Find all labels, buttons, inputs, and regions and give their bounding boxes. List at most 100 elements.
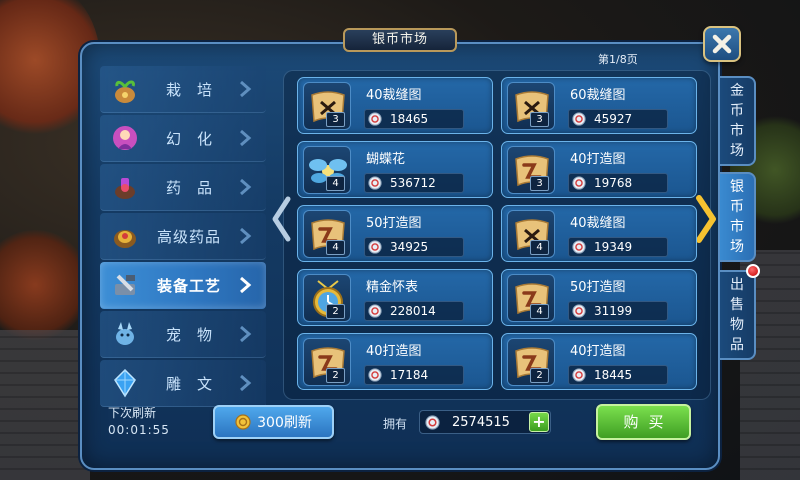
market-item-card[interactable]: 2 40打造图 17184: [297, 333, 493, 390]
item-name: 40打造图: [366, 344, 422, 359]
crafting-tools-icon: [115, 274, 135, 295]
tab-gold-market[interactable]: 金币市场: [720, 76, 756, 166]
tab-label: 金币市场: [730, 83, 744, 159]
item-quantity: 4: [326, 176, 345, 191]
chevron-left-icon: [272, 196, 291, 242]
tab-label: 银币市场: [730, 179, 744, 255]
silver-coin-icon: [572, 240, 586, 254]
item-price-value: 17184: [390, 368, 429, 382]
item-quantity: 4: [326, 240, 345, 255]
refresh-button[interactable]: 300刷新: [213, 405, 334, 439]
close-button[interactable]: [703, 26, 741, 62]
item-price-value: 536712: [390, 176, 436, 190]
silver-coin-icon: [572, 112, 586, 126]
item-quantity: 3: [530, 176, 549, 191]
item-quantity: 2: [326, 368, 345, 383]
menu-item-pets[interactable]: 宠物: [100, 311, 266, 358]
item-name: 50打造图: [366, 216, 422, 231]
menu-item-label: 雕文: [165, 374, 228, 393]
item-price: 18445: [568, 365, 668, 385]
pet-icon: [116, 322, 134, 345]
owned-label: 拥有: [383, 417, 408, 431]
item-price-value: 228014: [390, 304, 436, 318]
next-refresh-label: 下次刷新: [108, 406, 157, 420]
item-price-value: 19349: [594, 240, 633, 254]
buy-button[interactable]: 购买: [596, 404, 691, 440]
item-name: 蝴蝶花: [366, 152, 406, 167]
menu-item-transform[interactable]: 幻化: [100, 115, 266, 162]
item-price-value: 18465: [390, 112, 429, 126]
item-price: 228014: [364, 301, 464, 321]
item-quantity: 4: [530, 240, 549, 255]
item-name: 40裁缝图: [570, 216, 626, 231]
market-item-card[interactable]: 4 50打造图 31199: [501, 269, 697, 326]
item-price: 45927: [568, 109, 668, 129]
market-item-card[interactable]: 2 40打造图 18445: [501, 333, 697, 390]
item-quantity: 2: [326, 304, 345, 319]
item-price: 34925: [364, 237, 464, 257]
market-item-card[interactable]: 4 蝴蝶花 536712: [297, 141, 493, 198]
blue-gem-icon: [114, 368, 136, 398]
item-price-value: 45927: [594, 112, 633, 126]
pink-costume-icon: [113, 126, 137, 150]
item-price: 536712: [364, 173, 464, 193]
menu-item-cultivation[interactable]: 栽培: [100, 66, 266, 113]
market-item-card[interactable]: 3 60裁缝图 45927: [501, 77, 697, 134]
item-quantity: 3: [326, 112, 345, 127]
item-price-value: 19768: [594, 176, 633, 190]
menu-item-equipment-craft[interactable]: 装备工艺: [100, 262, 266, 309]
gold-coin-icon: [235, 414, 251, 430]
item-price: 19349: [568, 237, 668, 257]
menu-item-label: 宠物: [165, 325, 228, 344]
menu-item-label: 药品: [165, 178, 228, 197]
tab-sell-items[interactable]: 出售物品: [720, 270, 756, 360]
potion-cauldron-icon: [115, 178, 135, 199]
market-item-card[interactable]: 3 40打造图 19768: [501, 141, 697, 198]
menu-item-label: 栽培: [165, 80, 228, 99]
silver-coin-icon: [572, 176, 586, 190]
chevron-right-icon: [240, 227, 252, 245]
item-price-value: 34925: [390, 240, 429, 254]
category-menu: 栽培 幻化 药品 高级药品 装备工艺 宠物 雕文: [100, 66, 266, 409]
item-price: 17184: [364, 365, 464, 385]
silver-coin-icon: [572, 304, 586, 318]
notification-badge: [746, 264, 760, 278]
chevron-right-icon: [240, 374, 252, 392]
item-quantity: 3: [530, 112, 549, 127]
add-silver-button[interactable]: +: [529, 412, 549, 432]
market-item-card[interactable]: 4 50打造图 34925: [297, 205, 493, 262]
refresh-timer: 下次刷新 00:01:55: [108, 405, 170, 439]
refresh-button-label: 300刷新: [257, 415, 312, 431]
tab-silver-market[interactable]: 银币市场: [720, 172, 756, 262]
item-name: 40打造图: [570, 152, 626, 167]
chevron-right-icon: [696, 195, 716, 243]
silver-coin-icon: [368, 176, 382, 190]
next-page-arrow[interactable]: [694, 194, 718, 244]
item-quantity: 2: [530, 368, 549, 383]
chevron-right-icon: [240, 80, 252, 98]
background-autumn-tree: [0, 230, 90, 340]
close-icon: [712, 34, 732, 54]
owned-silver-value: 2574515: [452, 414, 510, 430]
silver-coin-icon: [572, 368, 586, 382]
market-item-card[interactable]: 2 精金怀表 228014: [297, 269, 493, 326]
item-price: 31199: [568, 301, 668, 321]
money-bag-sprout-icon: [115, 80, 135, 103]
prev-page-arrow[interactable]: [270, 195, 292, 243]
market-item-card[interactable]: 3 40裁缝图 18465: [297, 77, 493, 134]
item-name: 40裁缝图: [366, 88, 422, 103]
menu-item-label: 装备工艺: [156, 276, 221, 295]
menu-item-advanced-potions[interactable]: 高级药品: [100, 213, 266, 260]
menu-item-potions[interactable]: 药品: [100, 164, 266, 211]
item-price: 19768: [568, 173, 668, 193]
item-price-value: 18445: [594, 368, 633, 382]
silver-coin-icon: [425, 414, 440, 430]
market-item-card[interactable]: 4 40裁缝图 19349: [501, 205, 697, 262]
advanced-potion-icon: [114, 230, 136, 248]
chevron-right-icon: [240, 276, 252, 294]
background-stairs: [0, 330, 90, 480]
menu-item-label: 幻化: [165, 129, 228, 148]
page-indicator: 第1/8页: [598, 53, 638, 66]
menu-item-glyphs[interactable]: 雕文: [100, 360, 266, 407]
item-name: 50打造图: [570, 280, 626, 295]
